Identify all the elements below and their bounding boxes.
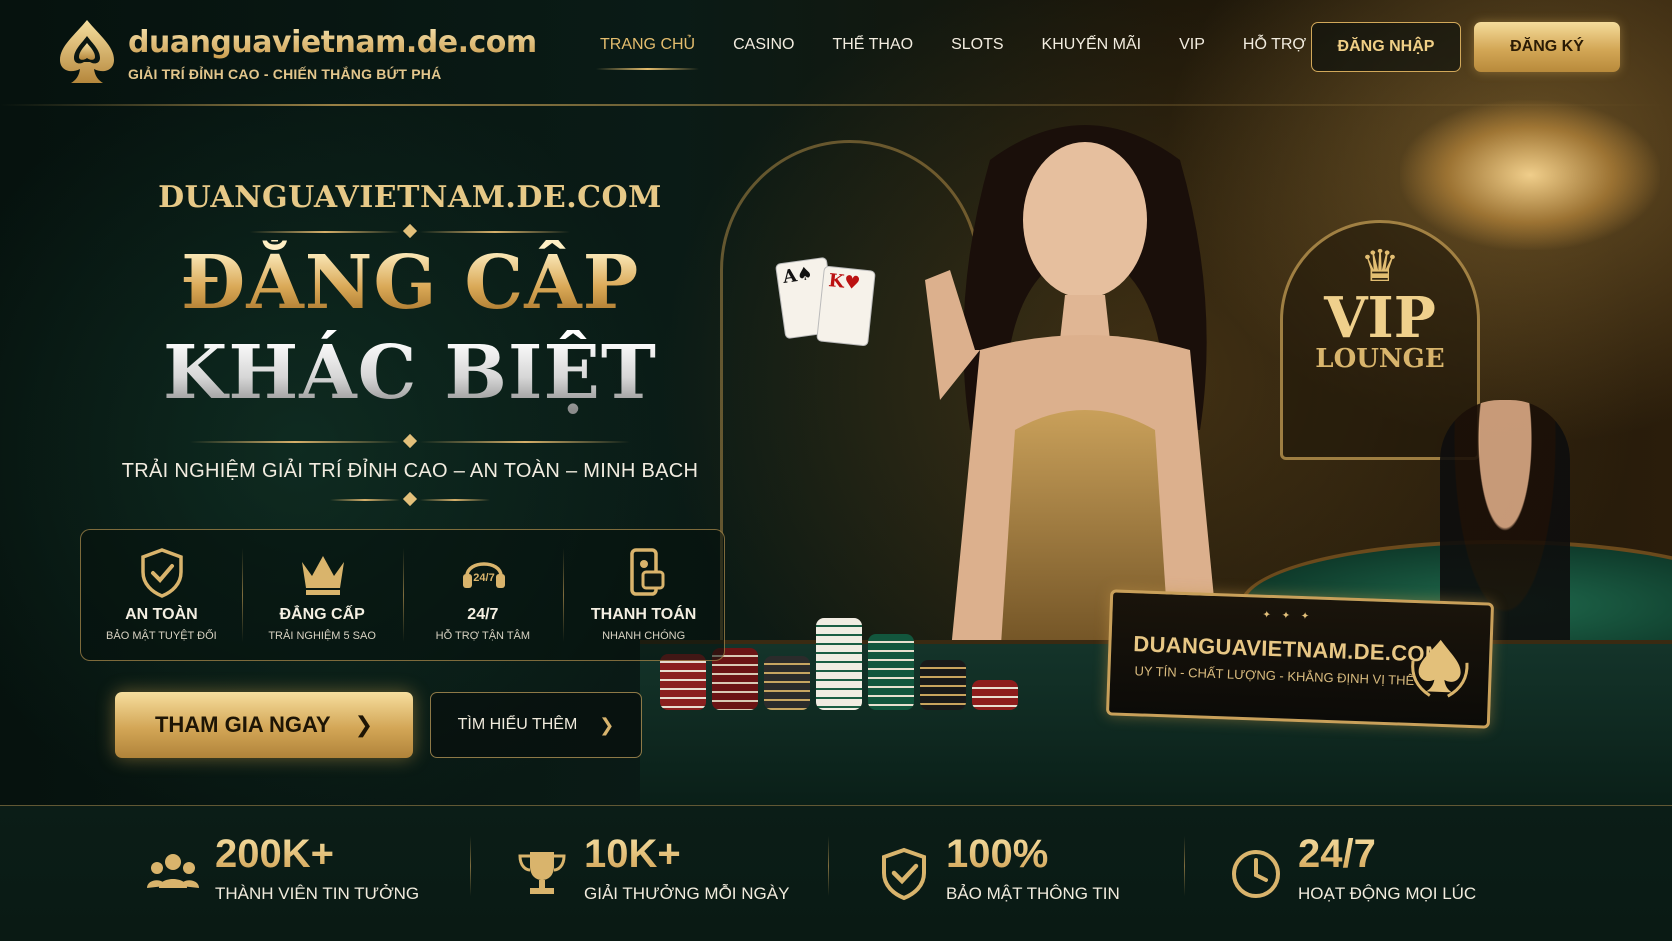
feature-payment: THANH TOÁN NHANH CHÓNG xyxy=(563,530,724,660)
stat-divider xyxy=(470,836,471,896)
vip-sign-subtitle: LOUNGE xyxy=(1315,344,1445,374)
chip-stack xyxy=(920,660,966,710)
site-header: duanguavietnam.de.com GIẢI TRÍ ĐỈNH CAO … xyxy=(0,0,1672,100)
chandelier-glow xyxy=(1400,100,1660,250)
nav-item-support[interactable]: HỖ TRỢ xyxy=(1243,36,1306,54)
features-panel: AN TOÀN BẢO MẬT TUYỆT ĐỐI ĐẲNG CẤP TRẢI … xyxy=(80,529,725,661)
feature-security: AN TOÀN BẢO MẬT TUYỆT ĐỐI xyxy=(81,530,242,660)
page: ♛ VIP LOUNGE A♠ K♥ xyxy=(0,0,1672,941)
main-nav: TRANG CHỦ CASINO THỂ THAO SLOTS KHUYẾN M… xyxy=(595,36,1344,70)
logo-title: duanguavietnam.de.com xyxy=(128,24,537,60)
chip-stack xyxy=(660,654,706,710)
logo-subtitle: GIẢI TRÍ ĐỈNH CAO - CHIẾN THẮNG BỨT PHÁ xyxy=(128,65,442,82)
ornament-divider xyxy=(190,433,630,449)
nav-item-promotions[interactable]: KHUYẾN MÃI xyxy=(1042,36,1142,54)
login-button[interactable]: ĐĂNG NHẬP xyxy=(1311,22,1461,72)
feature-subtitle: HỖ TRỢ TẬN TÂM xyxy=(435,630,531,642)
feature-subtitle: BẢO MẬT TUYỆT ĐỐI xyxy=(106,630,217,642)
feature-support: 24/7 24/7 HỖ TRỢ TẬN TÂM xyxy=(402,530,564,660)
stat-divider xyxy=(828,836,829,896)
spade-logo-icon xyxy=(60,20,114,83)
stat-members: 200K+ THÀNH VIÊN TIN TƯỞNG xyxy=(145,826,419,926)
spade-laurel-emblem-icon xyxy=(1411,639,1469,698)
nav-item-sports[interactable]: THỂ THAO xyxy=(832,36,913,54)
hero-brand-name: DUANGUAVIETNAM.DE.COM xyxy=(158,180,662,215)
hero-title-line2: KHÁC BIỆT xyxy=(0,330,820,416)
feature-title: 24/7 xyxy=(467,606,499,623)
feature-title: THANH TOÁN xyxy=(590,606,697,623)
crown-icon xyxy=(301,556,344,595)
svg-text:24/7: 24/7 xyxy=(473,572,494,584)
stats-bar: 200K+ THÀNH VIÊN TIN TƯỞNG 10K+ GIẢI THƯ… xyxy=(0,805,1672,941)
stat-label: GIẢI THƯỞNG MỖI NGÀY xyxy=(584,884,790,903)
king-of-hearts-card: K♥ xyxy=(816,265,876,347)
trophy-icon xyxy=(518,852,566,894)
learn-more-label: TÌM HIỂU THÊM xyxy=(457,716,578,733)
nav-item-casino[interactable]: CASINO xyxy=(733,36,794,54)
chevron-right-icon: ❯ xyxy=(599,714,615,735)
plaque-subtitle: UY TÍN - CHẤT LƯỢNG - KHẲNG ĐỊNH VỊ THẾ xyxy=(1134,663,1415,688)
hostess-illustration xyxy=(925,125,1220,660)
stat-value: 24/7 xyxy=(1298,832,1376,876)
join-now-label: THAM GIA NGAY xyxy=(154,712,331,737)
headset-24-7-icon: 24/7 xyxy=(462,562,505,588)
stat-label: THÀNH VIÊN TIN TƯỞNG xyxy=(215,884,420,903)
stat-label: BẢO MẬT THÔNG TIN xyxy=(946,884,1120,903)
stat-value: 10K+ xyxy=(584,832,681,876)
stat-divider xyxy=(1184,836,1185,896)
feature-title: ĐẲNG CẤP xyxy=(279,606,365,623)
shield-check-icon xyxy=(141,548,183,598)
stat-value: 200K+ xyxy=(215,832,334,876)
feature-subtitle: TRẢI NGHIỆM 5 SAO xyxy=(268,630,376,642)
hero-title-line1: ĐẲNG CẤP xyxy=(0,240,820,326)
brand-plaque: ✦ ✦ ✦ DUANGUAVIETNAM.DE.COM UY TÍN - CHẤ… xyxy=(1105,589,1495,729)
ornament-divider xyxy=(250,223,570,239)
clock-icon xyxy=(1232,850,1280,898)
feature-class: ĐẲNG CẤP TRẢI NGHIỆM 5 SAO xyxy=(241,530,403,660)
register-button[interactable]: ĐĂNG KÝ xyxy=(1474,22,1620,72)
join-now-button[interactable]: THAM GIA NGAY ❯ xyxy=(115,692,413,758)
vip-sign-title: VIP xyxy=(1324,285,1436,351)
chip-stack xyxy=(816,618,862,710)
feature-subtitle: NHANH CHÓNG xyxy=(602,630,686,642)
mobile-payment-icon xyxy=(630,548,665,596)
ornament-divider xyxy=(330,491,490,507)
plaque-title: DUANGUAVIETNAM.DE.COM xyxy=(1132,631,1444,667)
security-shield-icon xyxy=(882,847,926,901)
chip-stack xyxy=(972,680,1018,710)
site-logo[interactable]: duanguavietnam.de.com GIẢI TRÍ ĐỈNH CAO … xyxy=(54,16,537,90)
header-divider xyxy=(0,104,1672,106)
chip-stack xyxy=(764,656,810,710)
hero-tagline: TRẢI NGHIỆM GIẢI TRÍ ĐỈNH CAO – AN TOÀN … xyxy=(121,460,699,482)
stat-value: 100% xyxy=(946,832,1049,876)
users-icon xyxy=(147,854,199,888)
nav-item-vip[interactable]: VIP xyxy=(1179,36,1205,54)
learn-more-button[interactable]: TÌM HIỂU THÊM ❯ xyxy=(430,692,642,758)
nav-item-home[interactable]: TRANG CHỦ xyxy=(595,36,700,70)
vip-lounge-sign: ♛ VIP LOUNGE xyxy=(1280,220,1480,460)
stat-uptime: 24/7 HOẠT ĐỘNG MỌI LÚC xyxy=(1228,826,1488,926)
stat-prizes: 10K+ GIẢI THƯỞNG MỖI NGÀY xyxy=(514,826,789,926)
feature-title: AN TOÀN xyxy=(125,606,198,623)
stat-label: HOẠT ĐỘNG MỌI LÚC xyxy=(1298,884,1477,903)
stat-security: 100% BẢO MẬT THÔNG TIN xyxy=(876,826,1136,926)
chip-stack xyxy=(868,634,914,710)
nav-item-slots[interactable]: SLOTS xyxy=(951,36,1003,54)
chevron-right-icon: ❯ xyxy=(354,712,374,737)
plaque-stars-ornament: ✦ ✦ ✦ xyxy=(1262,609,1314,623)
